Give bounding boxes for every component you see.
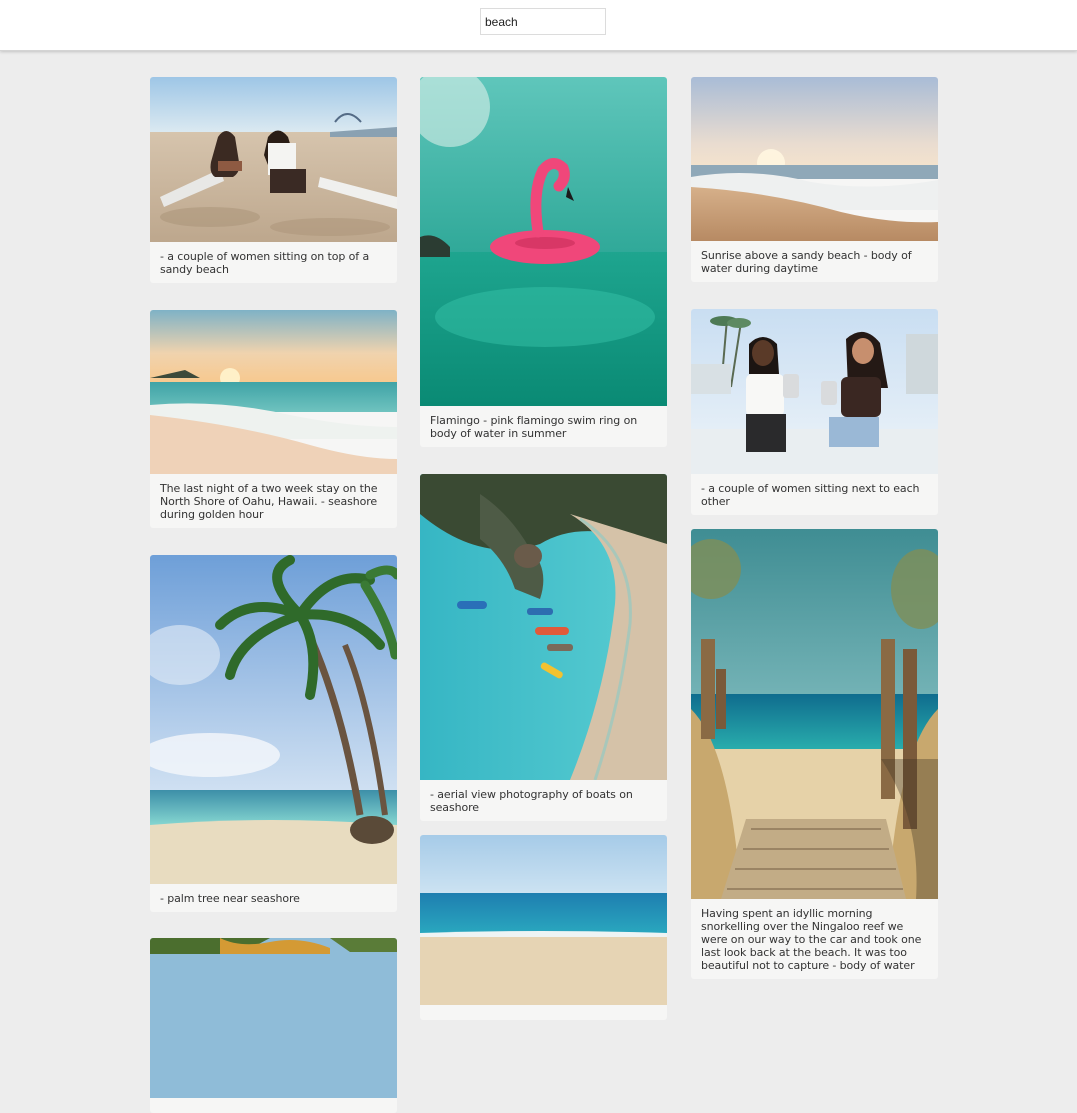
card-image	[150, 938, 397, 1098]
image-grid: - a couple of women sitting on top of a …	[0, 0, 1077, 1113]
card-caption	[420, 1005, 667, 1020]
card-image	[150, 555, 397, 884]
top-bar	[0, 0, 1077, 51]
card-image	[150, 77, 397, 242]
image-card[interactable]: - a couple of women sitting on top of a …	[150, 77, 397, 283]
search-input[interactable]	[480, 8, 606, 35]
card-caption: Having spent an idyllic morning snorkell…	[701, 907, 922, 972]
card-image	[691, 529, 938, 899]
card-image	[420, 835, 667, 1005]
card-caption	[150, 1098, 397, 1113]
image-card[interactable]: - a couple of women sitting next to each…	[691, 309, 938, 515]
image-card[interactable]: The last night of a two week stay on the…	[150, 310, 397, 528]
image-card[interactable]: - palm tree near seashore	[150, 555, 397, 912]
card-image	[150, 310, 397, 474]
card-caption: - palm tree near seashore	[160, 892, 300, 905]
image-card[interactable]: Flamingo - pink flamingo swim ring on bo…	[420, 77, 667, 447]
card-image	[420, 474, 667, 780]
image-card[interactable]	[150, 938, 397, 1113]
card-image	[420, 77, 667, 406]
card-caption: - a couple of women sitting on top of a …	[160, 250, 370, 276]
card-caption: - a couple of women sitting next to each…	[701, 482, 920, 508]
card-image	[691, 77, 938, 241]
card-caption: - aerial view photography of boats on se…	[430, 788, 633, 814]
image-card[interactable]: Sunrise above a sandy beach - body of wa…	[691, 77, 938, 282]
card-caption: Sunrise above a sandy beach - body of wa…	[701, 249, 912, 275]
image-card[interactable]: Having spent an idyllic morning snorkell…	[691, 529, 938, 979]
image-card[interactable]	[420, 835, 667, 1020]
image-card[interactable]: - aerial view photography of boats on se…	[420, 474, 667, 821]
card-image	[691, 309, 938, 474]
card-caption: Flamingo - pink flamingo swim ring on bo…	[430, 414, 638, 440]
card-caption: The last night of a two week stay on the…	[160, 482, 378, 521]
